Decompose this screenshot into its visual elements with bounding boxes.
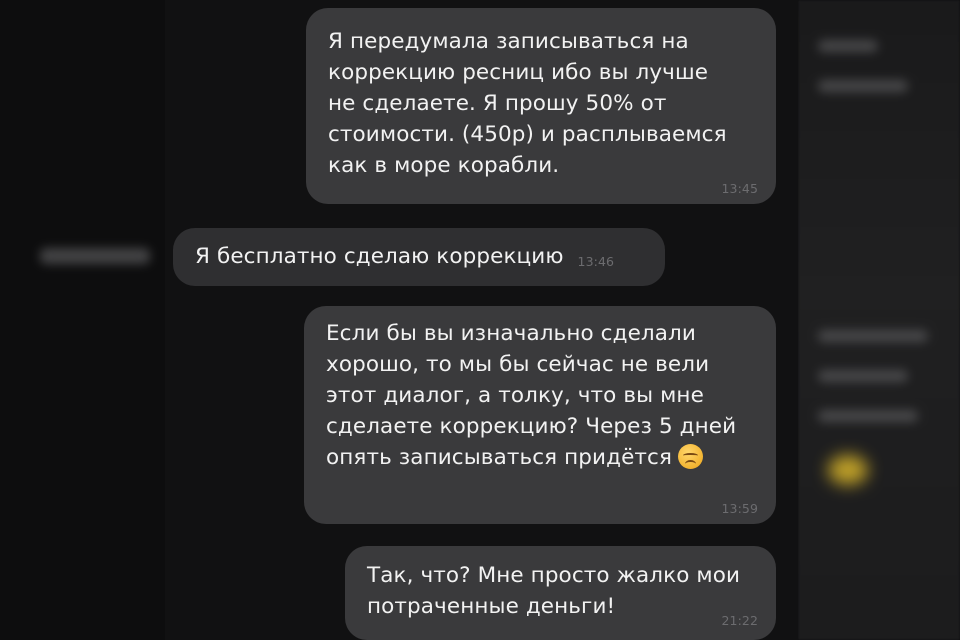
blurred-text — [818, 40, 878, 52]
message-text: Я передумала записываться на коррекцию р… — [328, 29, 727, 178]
message-time: 21:22 — [721, 613, 758, 628]
blurred-text — [818, 410, 918, 422]
message-time: 13:45 — [721, 181, 758, 196]
blurred-text — [40, 248, 150, 264]
message-text: Я бесплатно сделаю коррекцию — [195, 244, 564, 269]
blurred-emoji — [828, 455, 868, 485]
message-bubble-outgoing[interactable]: Так, что? Мне просто жалко мои потраченн… — [345, 546, 776, 640]
message-time: 13:59 — [721, 501, 758, 516]
message-bubble-outgoing[interactable]: Если бы вы изначально сделали хорошо, то… — [304, 306, 776, 524]
message-text: Если бы вы изначально сделали хорошо, то… — [326, 321, 737, 470]
blurred-text — [818, 370, 908, 382]
chat-area[interactable]: Я передумала записываться на коррекцию р… — [165, 0, 798, 640]
blurred-text — [818, 80, 908, 92]
blurred-right-panel — [798, 0, 960, 640]
blurred-text — [818, 330, 928, 342]
message-text: Так, что? Мне просто жалко мои потраченн… — [367, 563, 741, 619]
screenshot-stage: Я передумала записываться на коррекцию р… — [0, 0, 960, 640]
blurred-left-panel — [0, 0, 165, 640]
message-bubble-outgoing[interactable]: Я передумала записываться на коррекцию р… — [306, 8, 776, 204]
disappointed-face-icon — [678, 444, 703, 469]
message-bubble-incoming[interactable]: Я бесплатно сделаю коррекцию 13:46 — [173, 228, 665, 286]
message-time: 13:46 — [577, 254, 615, 269]
